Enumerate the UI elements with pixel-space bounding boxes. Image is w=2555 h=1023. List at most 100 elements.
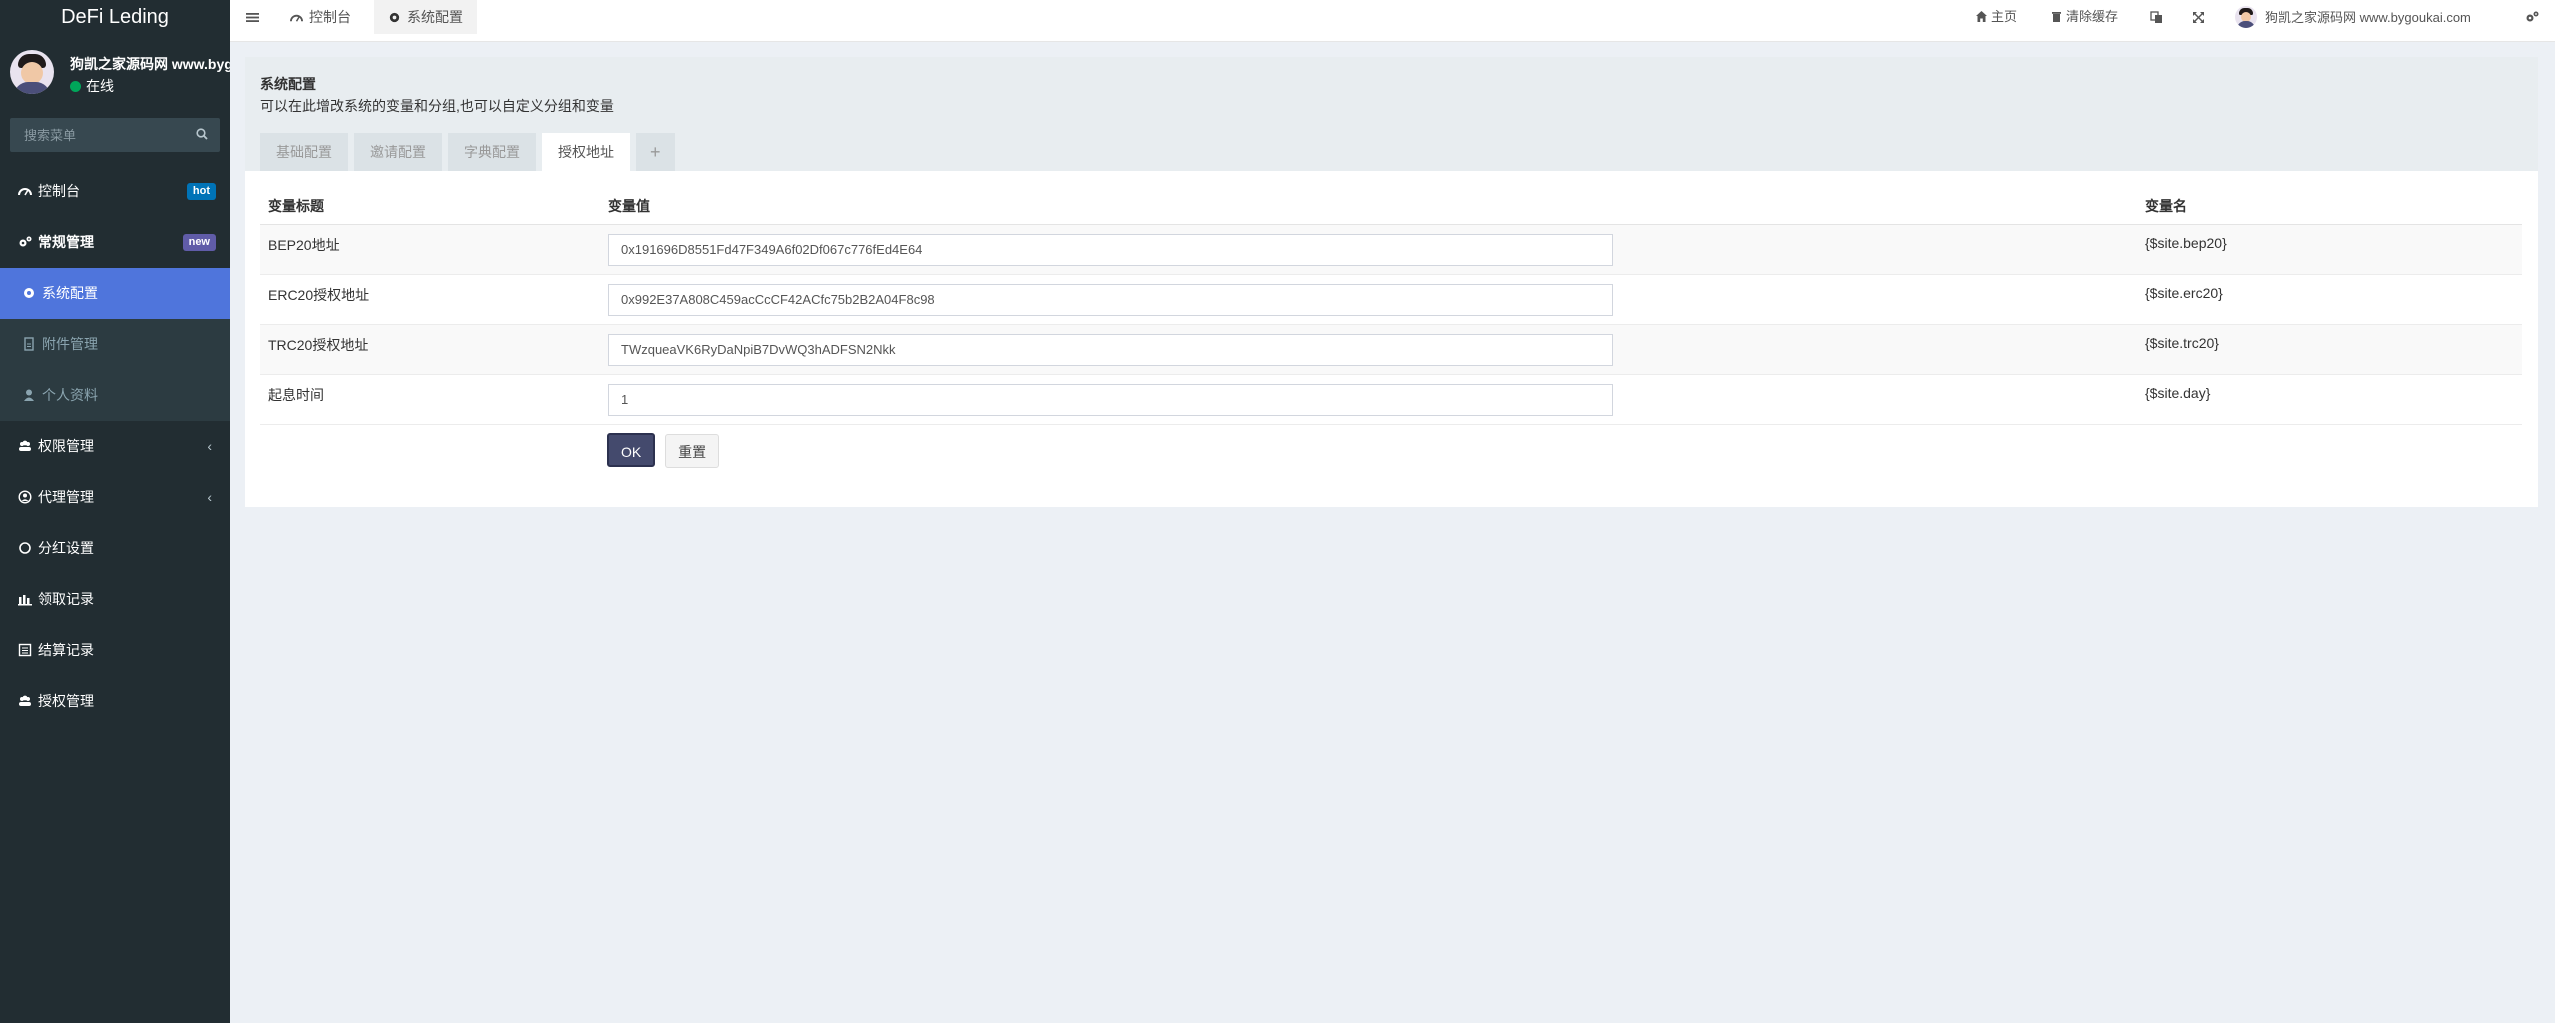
tab-invite[interactable]: 邀请配置 bbox=[354, 133, 442, 171]
column-header: 变量标题 bbox=[260, 189, 600, 225]
chevron-left-icon: ‹ bbox=[207, 489, 212, 505]
translate-button[interactable] bbox=[2150, 0, 2163, 34]
user-circle-icon bbox=[18, 490, 32, 504]
online-dot-icon bbox=[70, 81, 81, 92]
row-value-cell bbox=[600, 324, 2137, 375]
row-title: ERC20授权地址 bbox=[260, 274, 600, 325]
sidebar-item-permissions[interactable]: 权限管理 ‹ bbox=[0, 421, 230, 472]
table-row: 起息时间 {$site.day} bbox=[260, 374, 2522, 425]
fullscreen-button[interactable] bbox=[2192, 0, 2205, 34]
group-icon bbox=[19, 440, 31, 451]
panel-header: 系统配置 可以在此增改系统的变量和分组,也可以自定义分组和变量 基础配置 邀请配… bbox=[245, 57, 2538, 171]
sidebar-item-general[interactable]: 常规管理 new bbox=[0, 217, 230, 268]
user-panel: 狗凯之家源码网 www.bygoukai.com 在线 bbox=[0, 34, 230, 102]
file-icon bbox=[24, 337, 34, 351]
cogs-icon bbox=[19, 236, 32, 247]
table-row: TRC20授权地址 {$site.trc20} bbox=[260, 324, 2522, 375]
row-var-name: {$site.erc20} bbox=[2137, 274, 2522, 325]
sidebar-item-label: 常规管理 bbox=[38, 234, 94, 250]
ok-button[interactable]: OK bbox=[607, 433, 656, 467]
gear-icon bbox=[24, 288, 34, 298]
sidebar-item-authorization[interactable]: 授权管理 bbox=[0, 676, 230, 727]
row-title: BEP20地址 bbox=[260, 224, 600, 275]
home-label: 主页 bbox=[1991, 9, 2018, 24]
table-header-row: 变量标题 变量值 变量名 bbox=[260, 189, 2522, 225]
dashboard-icon bbox=[18, 188, 32, 196]
sidebar-item-settlements[interactable]: 结算记录 bbox=[0, 625, 230, 676]
language-icon bbox=[2150, 11, 2162, 23]
cogs-icon bbox=[2526, 11, 2539, 22]
sidebar-item-system-config[interactable]: 系统配置 bbox=[0, 268, 230, 319]
user-menu[interactable]: 狗凯之家源码网 www.bygoukai.com bbox=[2235, 0, 2471, 34]
tab-system-config[interactable]: 系统配置 bbox=[374, 0, 477, 34]
tab-auth-address[interactable]: 授权地址 bbox=[542, 133, 630, 171]
sidebar-search bbox=[10, 118, 220, 152]
avatar bbox=[10, 50, 54, 94]
settings-button[interactable] bbox=[2525, 0, 2539, 34]
form-buttons: OK 重置 bbox=[607, 433, 725, 468]
new-badge: new bbox=[182, 234, 216, 251]
clear-cache-label: 清除缓存 bbox=[2066, 9, 2119, 24]
reset-button[interactable]: 重置 bbox=[665, 434, 720, 468]
sidebar-item-label: 分红设置 bbox=[38, 540, 94, 556]
config-tabs: 基础配置 邀请配置 字典配置 授权地址 + bbox=[260, 133, 681, 171]
trc20-address-input[interactable] bbox=[608, 333, 1613, 366]
user-name: 狗凯之家源码网 www.bygoukai.com bbox=[70, 56, 230, 72]
hot-badge: hot bbox=[186, 183, 216, 200]
column-header: 变量值 bbox=[600, 189, 2137, 225]
search-input[interactable] bbox=[10, 118, 190, 152]
sidebar-item-dividends[interactable]: 分红设置 bbox=[0, 523, 230, 574]
topbar: 控制台 系统配置 主页 清除缓存 狗凯之家源码网 www.bygoukai.co… bbox=[230, 0, 2555, 42]
hamburger-icon bbox=[246, 13, 259, 22]
gear-icon bbox=[389, 12, 400, 23]
tab-label: 系统配置 bbox=[407, 9, 463, 25]
config-table: 变量标题 变量值 变量名 BEP20地址 {$site.bep20} ERC20… bbox=[260, 189, 2522, 425]
panel-description: 可以在此增改系统的变量和分组,也可以自定义分组和变量 bbox=[260, 98, 614, 114]
bep20-address-input[interactable] bbox=[608, 233, 1613, 266]
column-header: 变量名 bbox=[2137, 189, 2522, 225]
sidebar-item-claims[interactable]: 领取记录 bbox=[0, 574, 230, 625]
row-title: TRC20授权地址 bbox=[260, 324, 600, 375]
trash-icon bbox=[2052, 12, 2061, 22]
chevron-left-icon: ‹ bbox=[207, 438, 212, 454]
sidebar-item-label: 系统配置 bbox=[42, 285, 98, 301]
erc20-address-input[interactable] bbox=[608, 283, 1613, 316]
sidebar-item-label: 领取记录 bbox=[38, 591, 94, 607]
row-value-cell bbox=[600, 224, 2137, 275]
table-row: ERC20授权地址 {$site.erc20} bbox=[260, 274, 2522, 325]
sidebar: DeFi Leding 狗凯之家源码网 www.bygoukai.com 在线 … bbox=[0, 0, 230, 1023]
clear-cache-button[interactable]: 清除缓存 bbox=[2050, 0, 2118, 34]
sidebar-item-profile[interactable]: 个人资料 bbox=[0, 370, 230, 421]
add-tab-button[interactable]: + bbox=[636, 133, 675, 171]
dashboard-icon bbox=[290, 14, 303, 22]
bars-icon bbox=[18, 595, 32, 606]
search-icon[interactable] bbox=[196, 128, 208, 140]
sidebar-item-label: 附件管理 bbox=[42, 336, 98, 352]
topbar-user-name: 狗凯之家源码网 www.bygoukai.com bbox=[2265, 10, 2471, 25]
home-icon bbox=[1976, 11, 1987, 22]
sidebar-item-label: 控制台 bbox=[38, 183, 80, 199]
row-var-name: {$site.day} bbox=[2137, 374, 2522, 425]
sidebar-item-agents[interactable]: 代理管理 ‹ bbox=[0, 472, 230, 523]
row-title: 起息时间 bbox=[260, 374, 600, 425]
table-row: BEP20地址 {$site.bep20} bbox=[260, 224, 2522, 275]
tab-dashboard[interactable]: 控制台 bbox=[290, 0, 351, 34]
fullscreen-icon bbox=[2193, 12, 2204, 23]
sidebar-item-attachments[interactable]: 附件管理 bbox=[0, 319, 230, 370]
circle-icon bbox=[19, 542, 31, 554]
tab-basic[interactable]: 基础配置 bbox=[260, 133, 348, 171]
sidebar-item-label: 结算记录 bbox=[38, 642, 94, 658]
app-logo[interactable]: DeFi Leding bbox=[0, 0, 230, 34]
row-var-name: {$site.trc20} bbox=[2137, 324, 2522, 375]
ledger-icon bbox=[18, 643, 32, 657]
config-panel: 系统配置 可以在此增改系统的变量和分组,也可以自定义分组和变量 基础配置 邀请配… bbox=[245, 57, 2538, 507]
sidebar-item-label: 个人资料 bbox=[42, 387, 98, 403]
group-icon bbox=[19, 695, 31, 706]
interest-start-input[interactable] bbox=[608, 383, 1613, 416]
sidebar-item-label: 代理管理 bbox=[38, 489, 94, 505]
user-status: 在线 bbox=[70, 76, 114, 96]
home-link[interactable]: 主页 bbox=[1975, 0, 2017, 34]
sidebar-item-dashboard[interactable]: 控制台 hot bbox=[0, 166, 230, 217]
tab-dictionary[interactable]: 字典配置 bbox=[448, 133, 536, 171]
sidebar-toggle[interactable] bbox=[246, 0, 259, 34]
